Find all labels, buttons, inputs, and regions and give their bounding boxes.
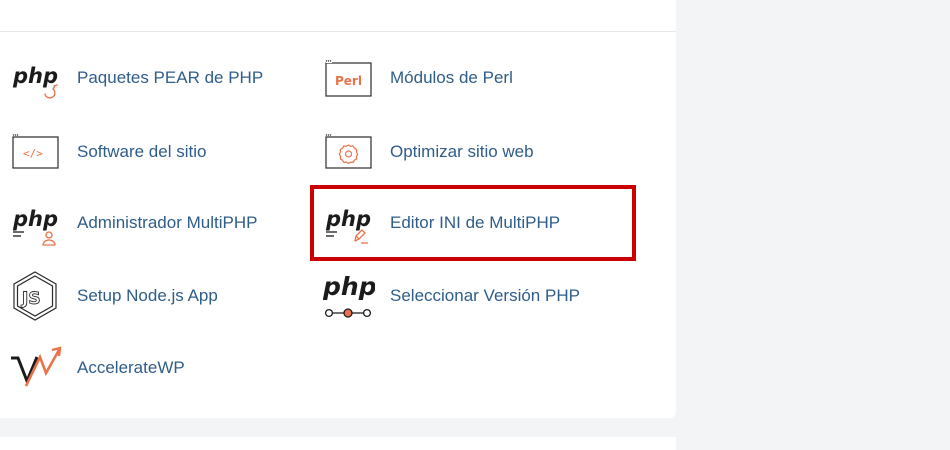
- svg-text:</>: </>: [23, 147, 43, 160]
- panel-divider: [0, 31, 676, 32]
- tool-label: Software del sitio: [77, 142, 207, 161]
- tool-label: Administrador MultiPHP: [77, 213, 258, 232]
- tool-label: AccelerateWP: [77, 358, 185, 377]
- tool-multiphp-manager[interactable]: php Administrador MultiPHP: [10, 198, 257, 248]
- svg-text:php: php: [323, 272, 375, 301]
- tool-multiphp-ini-editor[interactable]: php Editor INI de MultiPHP: [323, 198, 560, 248]
- tool-nodejs-app[interactable]: JS Setup Node.js App: [10, 271, 218, 321]
- acceleratewp-icon: [10, 343, 62, 393]
- perl-icon: Perl: [323, 53, 375, 103]
- php-manager-icon: php: [10, 198, 62, 248]
- tool-label: Setup Node.js App: [77, 286, 218, 305]
- php-ini-editor-icon: php: [323, 198, 375, 248]
- php-pear-icon: php: [10, 53, 62, 103]
- tool-pear-packages[interactable]: php Paquetes PEAR de PHP: [10, 53, 263, 103]
- svg-text:php: php: [12, 64, 58, 88]
- tool-perl-modules[interactable]: Perl Módulos de Perl: [323, 53, 513, 103]
- code-window-icon: </>: [10, 127, 62, 177]
- gear-icon: [323, 127, 375, 177]
- nodejs-icon: JS: [10, 271, 62, 321]
- svg-text:php: php: [12, 207, 58, 231]
- tool-optimize-website[interactable]: Optimizar sitio web: [323, 127, 534, 177]
- tool-label: Editor INI de MultiPHP: [390, 213, 561, 232]
- software-panel: php Paquetes PEAR de PHP Perl Módulos de…: [0, 0, 676, 418]
- svg-text:JS: JS: [21, 289, 41, 309]
- tool-label: Paquetes PEAR de PHP: [77, 68, 264, 87]
- php-version-selector-icon: php: [323, 271, 375, 321]
- svg-text:php: php: [325, 207, 371, 231]
- tool-select-php-version[interactable]: php Seleccionar Versión PHP: [323, 271, 580, 321]
- tool-acceleratewp[interactable]: AccelerateWP: [10, 343, 185, 393]
- tool-label: Optimizar sitio web: [390, 142, 534, 161]
- tool-site-software[interactable]: </> Software del sitio: [10, 127, 206, 177]
- next-panel: [0, 437, 676, 450]
- tool-label: Módulos de Perl: [390, 68, 513, 87]
- tool-label: Seleccionar Versión PHP: [390, 286, 580, 305]
- svg-text:Perl: Perl: [335, 74, 362, 88]
